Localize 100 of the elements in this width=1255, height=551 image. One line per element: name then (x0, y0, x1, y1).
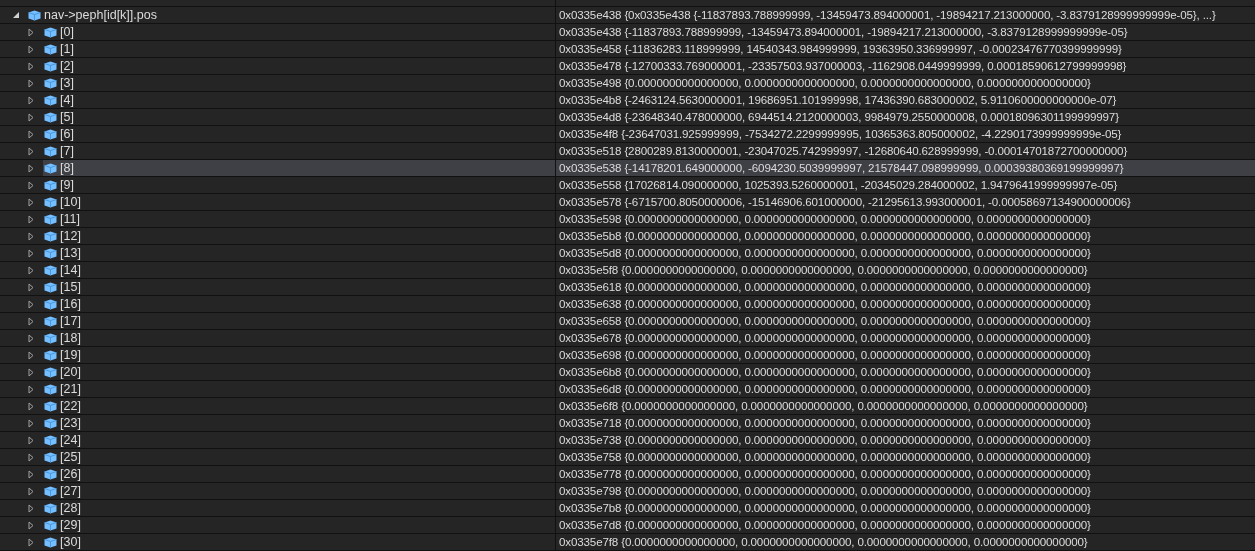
cube-icon (44, 111, 57, 123)
variable-value: 0x0335e5f8 {0.0000000000000000, 0.0000000000000000, 0.0000000000000000, 0.0000000000000000} (559, 264, 1088, 276)
collapsed-caret-icon[interactable] (28, 503, 34, 513)
variable-name: [26] (60, 467, 81, 481)
collapsed-caret-icon[interactable] (28, 214, 34, 224)
collapsed-caret-icon[interactable] (28, 350, 34, 360)
variable-value: 0x0335e718 {0.0000000000000000, 0.0000000000000000, 0.0000000000000000, 0.0000000000000000} (559, 417, 1091, 429)
collapsed-caret-icon[interactable] (28, 299, 34, 309)
variable-value: 0x0335e578 {-6715700.8050000006, -15146906.601000000, -21295613.993000001, -0.00058697134900000006} (559, 196, 1131, 208)
collapsed-caret-icon[interactable] (28, 418, 34, 428)
variable-name: [27] (60, 484, 81, 498)
collapsed-caret-icon[interactable] (28, 537, 34, 547)
collapsed-caret-icon[interactable] (28, 61, 34, 71)
collapsed-caret-icon[interactable] (28, 520, 34, 530)
collapsed-caret-icon[interactable] (28, 180, 34, 190)
variable-name: [16] (60, 297, 81, 311)
variable-name: [20] (60, 365, 81, 379)
variable-name: [1] (60, 42, 74, 56)
collapsed-caret-icon[interactable] (28, 231, 34, 241)
collapsed-caret-icon[interactable] (28, 265, 34, 275)
variable-name: [28] (60, 501, 81, 515)
variable-value: 0x0335e5b8 {0.0000000000000000, 0.0000000000000000, 0.0000000000000000, 0.0000000000000000} (559, 230, 1091, 242)
collapsed-caret-icon[interactable] (28, 248, 34, 258)
cube-icon (44, 77, 57, 89)
variable-name: [8] (60, 161, 74, 175)
variable-name: [22] (60, 399, 81, 413)
variable-value: 0x0335e7d8 {0.0000000000000000, 0.0000000000000000, 0.0000000000000000, 0.0000000000000000} (559, 519, 1091, 531)
collapsed-caret-icon[interactable] (28, 469, 34, 479)
cube-icon (44, 264, 57, 276)
cube-icon (44, 434, 57, 446)
cube-icon (28, 9, 41, 21)
variable-value: 0x0335e7b8 {0.0000000000000000, 0.0000000000000000, 0.0000000000000000, 0.0000000000000000} (559, 502, 1091, 514)
variable-value: 0x0335e438 {0x0335e438 {-11837893.788999999, -13459473.894000001, -19894217.213000000, -3.8379128999999999e-05}, ...} (559, 9, 1216, 21)
variable-value: 0x0335e558 {17026814.090000000, 1025393.5260000001, -20345029.284000002, 1.9479641999999997e-05} (559, 179, 1118, 191)
collapsed-caret-icon[interactable] (28, 435, 34, 445)
variable-name: [12] (60, 229, 81, 243)
collapsed-caret-icon[interactable] (28, 401, 34, 411)
cube-icon (44, 230, 57, 242)
collapsed-caret-icon[interactable] (28, 163, 34, 173)
collapsed-caret-icon[interactable] (28, 282, 34, 292)
variable-value: 0x0335e518 {2800289.8130000001, -23047025.742999997, -12680640.628999999, -0.00014701872700000000} (559, 145, 1128, 157)
cube-icon (44, 213, 57, 225)
collapsed-caret-icon[interactable] (28, 367, 34, 377)
expanded-caret-icon[interactable] (12, 11, 20, 19)
variable-name: [6] (60, 127, 74, 141)
variable-value: 0x0335e738 {0.0000000000000000, 0.0000000000000000, 0.0000000000000000, 0.0000000000000000} (559, 434, 1091, 446)
collapsed-caret-icon[interactable] (28, 146, 34, 156)
variable-value: 0x0335e5d8 {0.0000000000000000, 0.0000000000000000, 0.0000000000000000, 0.0000000000000000} (559, 247, 1091, 259)
variable-name: [7] (60, 144, 74, 158)
variable-value: 0x0335e598 {0.0000000000000000, 0.0000000000000000, 0.0000000000000000, 0.0000000000000000} (559, 213, 1091, 225)
cube-icon (44, 383, 57, 395)
variable-name: [3] (60, 76, 74, 90)
collapsed-caret-icon[interactable] (28, 27, 34, 37)
variable-value: 0x0335e758 {0.0000000000000000, 0.0000000000000000, 0.0000000000000000, 0.0000000000000000} (559, 451, 1091, 463)
collapsed-caret-icon[interactable] (28, 112, 34, 122)
variable-value: 0x0335e658 {0.0000000000000000, 0.0000000000000000, 0.0000000000000000, 0.0000000000000000} (559, 315, 1091, 327)
variable-value: 0x0335e6d8 {0.0000000000000000, 0.0000000000000000, 0.0000000000000000, 0.0000000000000000} (559, 383, 1091, 395)
variable-name: [0] (60, 25, 74, 39)
variable-name: [29] (60, 518, 81, 532)
variable-name: [13] (60, 246, 81, 260)
cube-icon (44, 179, 57, 191)
collapsed-caret-icon[interactable] (28, 316, 34, 326)
variable-value: 0x0335e4f8 {-23647031.925999999, -7534272.2299999995, 10365363.805000002, -4.2290173999999999e-05} (559, 128, 1122, 140)
variable-name: [25] (60, 450, 81, 464)
cube-icon (44, 26, 57, 38)
variable-value: 0x0335e678 {0.0000000000000000, 0.0000000000000000, 0.0000000000000000, 0.0000000000000000} (559, 332, 1091, 344)
collapsed-caret-icon[interactable] (28, 333, 34, 343)
variable-value: 0x0335e7f8 {0.0000000000000000, 0.0000000000000000, 0.0000000000000000, 0.0000000000000000} (559, 536, 1088, 548)
cube-icon (44, 315, 57, 327)
collapsed-caret-icon[interactable] (28, 78, 34, 88)
cube-icon (44, 94, 57, 106)
collapsed-caret-icon[interactable] (28, 486, 34, 496)
collapsed-caret-icon[interactable] (28, 197, 34, 207)
collapsed-caret-icon[interactable] (28, 95, 34, 105)
cube-icon (44, 332, 57, 344)
collapsed-caret-icon[interactable] (28, 44, 34, 54)
variable-value: 0x0335e4d8 {-23648340.478000000, 6944514.2120000003, 9984979.2550000008, 0.00018096301199999997} (559, 111, 1119, 123)
cube-icon (44, 196, 57, 208)
collapsed-caret-icon[interactable] (28, 129, 34, 139)
variable-name: [24] (60, 433, 81, 447)
variable-value: 0x0335e638 {0.0000000000000000, 0.0000000000000000, 0.0000000000000000, 0.0000000000000000} (559, 298, 1091, 310)
variable-value: 0x0335e698 {0.0000000000000000, 0.0000000000000000, 0.0000000000000000, 0.0000000000000000} (559, 349, 1091, 361)
variable-value: 0x0335e618 {0.0000000000000000, 0.0000000000000000, 0.0000000000000000, 0.0000000000000000} (559, 281, 1091, 293)
variable-value: 0x0335e6b8 {0.0000000000000000, 0.0000000000000000, 0.0000000000000000, 0.0000000000000000} (559, 366, 1091, 378)
variable-name: [5] (60, 110, 74, 124)
collapsed-caret-icon[interactable] (28, 384, 34, 394)
cube-icon (44, 519, 57, 531)
variable-value: 0x0335e538 {-14178201.649000000, -6094230.5039999997, 21578447.098999999, 0.00039380369199999997} (559, 162, 1124, 174)
cube-icon (44, 468, 57, 480)
variable-value: 0x0335e778 {0.0000000000000000, 0.0000000000000000, 0.0000000000000000, 0.0000000000000000} (559, 468, 1091, 480)
selected-row-highlight[interactable]: [8] (43, 160, 555, 176)
cube-icon (44, 502, 57, 514)
cube-icon (44, 162, 57, 174)
cube-icon (44, 281, 57, 293)
variable-value: 0x0335e478 {-12700333.769000001, -23357503.937000003, -1162908.0449999999, 0.00018590612799999998} (559, 60, 1127, 72)
variable-name: [14] (60, 263, 81, 277)
variable-name: [18] (60, 331, 81, 345)
collapsed-caret-icon[interactable] (28, 452, 34, 462)
variable-name: [9] (60, 178, 74, 192)
cube-icon (44, 400, 57, 412)
